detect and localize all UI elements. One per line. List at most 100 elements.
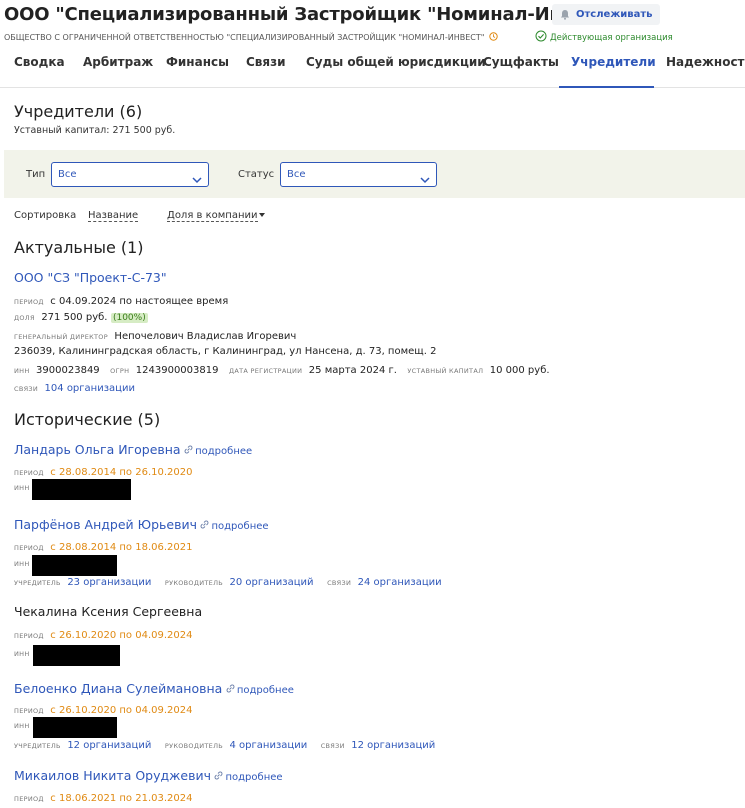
link-icon — [226, 684, 235, 696]
caret-down-icon — [259, 213, 265, 217]
capital-value: 10 000 руб. — [489, 365, 550, 376]
period-value: с 04.09.2024 по настоящее время — [50, 296, 229, 307]
watch-button-label: Отслеживать — [576, 9, 653, 20]
inn-label: инн — [14, 560, 30, 568]
ogrn-value: 1243900003819 — [135, 365, 219, 376]
more-link[interactable]: подробнее — [200, 520, 269, 532]
chevron-down-icon — [192, 170, 202, 193]
tab-finance[interactable]: Финансы — [166, 50, 229, 88]
status-badge: Действующая организация — [535, 30, 673, 45]
historical-item: Микаилов Никита Оруджевич подробнее — [14, 768, 283, 783]
period-label: период — [14, 632, 44, 640]
current-director-row: генеральный директор Непочелович Владисл… — [14, 329, 296, 342]
more-link[interactable]: подробнее — [184, 445, 252, 457]
current-period-row: период с 04.09.2024 по настоящее время — [14, 294, 228, 307]
status-filter-select[interactable]: Все — [280, 162, 437, 187]
founder-name: Чекалина Ксения Сергеевна — [14, 604, 203, 619]
link-icon — [200, 520, 209, 532]
more-link-label: подробнее — [236, 684, 294, 696]
links-label: связи — [14, 385, 39, 393]
current-share-row: доля 271 500 руб. (100%) — [14, 310, 148, 323]
historical-item: Ландарь Ольга Игоревна подробнее — [14, 442, 252, 457]
status-filter-value: Все — [287, 169, 306, 180]
reg-date-value: 25 марта 2024 г. — [308, 365, 397, 376]
tab-arbitration[interactable]: Арбитраж — [83, 50, 153, 88]
tab-summary[interactable]: Сводка — [14, 50, 65, 88]
redacted-inn — [33, 645, 120, 666]
share-value: 271 500 руб. — [41, 312, 108, 323]
head-count-link[interactable]: 4 организации — [230, 740, 308, 751]
link-icon — [214, 771, 223, 783]
tab-courts[interactable]: Суды общей юрисдикции — [306, 50, 486, 88]
founder-count-label: учредитель — [14, 579, 61, 587]
period-value: с 26.10.2020 по 04.09.2024 — [50, 705, 193, 716]
tab-reliability[interactable]: Надежность — [666, 50, 745, 88]
historical-period-row: период с 26.10.2020 по 04.09.2024 — [14, 703, 192, 716]
redacted-inn — [33, 717, 117, 738]
period-value: с 18.06.2021 по 21.03.2024 — [50, 793, 193, 804]
historical-stats-row: учредитель 23 организации руководитель 2… — [14, 575, 442, 588]
inn-label: инн — [14, 484, 30, 492]
head-count-label: руководитель — [164, 742, 224, 750]
redacted-inn — [32, 555, 117, 576]
director-label: генеральный директор — [14, 333, 108, 341]
links-count-label: связи — [320, 742, 345, 750]
more-link[interactable]: подробнее — [214, 771, 283, 783]
more-link[interactable]: подробнее — [226, 684, 294, 696]
period-label: период — [14, 795, 44, 803]
historical-item: Белоенко Диана Сулеймановна подробнее — [14, 681, 294, 696]
founder-name-link[interactable]: Белоенко Диана Сулеймановна — [14, 681, 222, 696]
head-count-label: руководитель — [164, 579, 224, 587]
inn-label: инн — [14, 650, 30, 658]
company-title: ООО "Специализированный Застройщик "Номи… — [4, 4, 615, 25]
period-value: с 26.10.2020 по 04.09.2024 — [50, 630, 193, 641]
founder-name-link[interactable]: Парфёнов Андрей Юрьевич — [14, 517, 197, 532]
tab-facts[interactable]: Сущфакты — [483, 50, 559, 88]
watch-button[interactable]: Отслеживать — [552, 4, 661, 25]
redacted-inn — [32, 479, 131, 500]
share-label: доля — [14, 314, 35, 322]
status-filter-label: Статус — [238, 169, 275, 180]
founder-name-link[interactable]: Микаилов Никита Оруджевич — [14, 768, 211, 783]
current-founders-title: Актуальные (1) — [14, 238, 144, 257]
more-link-label: подробнее — [211, 520, 269, 532]
head-count-link[interactable]: 20 организаций — [230, 577, 314, 588]
tab-links[interactable]: Связи — [246, 50, 286, 88]
period-label: период — [14, 298, 44, 306]
sort-by-share[interactable]: Доля в компании — [167, 210, 258, 222]
authorized-capital: Уставный капитал: 271 500 руб. — [14, 125, 176, 136]
period-value: с 28.08.2014 по 18.06.2021 — [50, 542, 193, 553]
company-header: ООО "Специализированный Застройщик "Номи… — [0, 0, 745, 88]
current-requisites-row: инн 3900023849 огрн 1243900003819 дата р… — [14, 363, 550, 376]
historical-stats-row: учредитель 12 организаций руководитель 4… — [14, 738, 435, 751]
sort-label: Сортировка — [14, 210, 77, 221]
tab-bar: Сводка Арбитраж Финансы Связи Суды общей… — [0, 50, 745, 88]
period-value: с 28.08.2014 по 26.10.2020 — [50, 467, 193, 478]
links-value-link[interactable]: 104 организации — [45, 383, 135, 394]
historical-founders-title: Исторические (5) — [14, 410, 161, 429]
current-address: 236039, Калининградская область, г Калин… — [14, 346, 437, 357]
links-count-label: связи — [327, 579, 352, 587]
founder-count-link[interactable]: 12 организаций — [67, 740, 151, 751]
historical-period-row: период с 18.06.2021 по 21.03.2024 — [14, 791, 192, 804]
type-filter-value: Все — [58, 169, 77, 180]
historical-period-row: период с 28.08.2014 по 26.10.2020 — [14, 465, 192, 478]
sort-by-name[interactable]: Название — [88, 210, 139, 222]
current-founder-link[interactable]: ООО "СЗ "Проект-С-73" — [14, 270, 167, 285]
share-percent-badge: (100%) — [110, 313, 148, 323]
historical-period-row: период с 26.10.2020 по 04.09.2024 — [14, 628, 192, 641]
inn-label: инн — [14, 367, 30, 375]
current-links-row: связи 104 организации — [14, 381, 135, 394]
inn-value: 3900023849 — [36, 365, 100, 376]
check-circle-icon — [535, 30, 547, 45]
type-filter-select[interactable]: Все — [51, 162, 209, 187]
links-count-link[interactable]: 24 организации — [358, 577, 442, 588]
links-count-link[interactable]: 12 организаций — [351, 740, 435, 751]
tab-founders[interactable]: Учредители — [559, 50, 656, 88]
period-label: период — [14, 707, 44, 715]
founder-count-link[interactable]: 23 организации — [67, 577, 151, 588]
more-link-label: подробнее — [225, 771, 283, 783]
capital-label: уставный капитал — [407, 367, 484, 375]
historical-item: Парфёнов Андрей Юрьевич подробнее — [14, 517, 269, 532]
founder-name-link[interactable]: Ландарь Ольга Игоревна — [14, 442, 181, 457]
